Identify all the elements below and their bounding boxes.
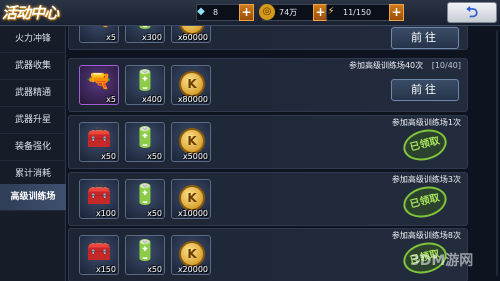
- sidebar-item-weapon-collect[interactable]: 武器收集: [0, 53, 66, 80]
- reward-qty: x5000: [182, 152, 208, 161]
- sidebar-item-advanced-training[interactable]: 高级训练场: [0, 184, 66, 211]
- reward-qty: x100: [95, 209, 116, 218]
- reward-item[interactable]: 🧰 x150: [79, 235, 119, 275]
- sidebar-item-weapon-star[interactable]: 武器升星: [0, 107, 66, 134]
- reward-item[interactable]: K x10000: [171, 179, 211, 219]
- sidebar-item-firepower[interactable]: 火力冲锋: [0, 26, 66, 53]
- task-description: 参加高级训练场3次: [391, 175, 461, 184]
- claimed-stamp: 已领取: [400, 182, 450, 222]
- reward-qty: x10000: [177, 209, 208, 218]
- claimed-stamp: 已领取: [400, 125, 450, 165]
- reward-qty: x80000: [177, 95, 208, 104]
- gold-coin-icon: K: [179, 71, 205, 97]
- go-button[interactable]: 前往: [391, 79, 459, 101]
- reward-qty: x5: [106, 33, 116, 42]
- reward-item[interactable]: K x5000: [171, 122, 211, 162]
- reward-qty: x50: [147, 152, 162, 161]
- reward-item[interactable]: K x60000: [171, 26, 211, 43]
- task-text: 参加高级训练场40次: [348, 61, 424, 70]
- gold-coin-icon: ◎: [259, 4, 275, 20]
- ammo-icon: 🔋: [132, 68, 158, 92]
- scrollbar[interactable]: [496, 30, 498, 276]
- diamond-counter: ◆ 8 +: [196, 4, 254, 21]
- ammo-icon: 🔋: [132, 182, 158, 206]
- task-description: 参加高级训练场1次: [391, 118, 461, 127]
- reward-qty: x60000: [177, 33, 208, 42]
- list-item: 🔫 x5 🔋 x300 K x60000 前往: [68, 26, 468, 50]
- watermark: 3DM游网: [410, 253, 474, 269]
- list-item: 🧰 x50 🔋 x50 K x5000 参加高级训练场1次 已领取: [68, 115, 468, 169]
- reward-qty: x5: [106, 95, 116, 104]
- task-description: 参加高级训练场8次: [391, 231, 461, 240]
- reward-qty: x50: [101, 152, 116, 161]
- add-diamond-button[interactable]: +: [239, 4, 254, 21]
- reward-item[interactable]: 🧰 x50: [79, 122, 119, 162]
- reward-item[interactable]: 🔋 x50: [125, 235, 165, 275]
- reward-item[interactable]: K x80000: [171, 65, 211, 105]
- ammo-icon: 🔋: [132, 125, 158, 149]
- gold-coin-icon: K: [179, 241, 205, 267]
- reward-item[interactable]: K x20000: [171, 235, 211, 275]
- gold-value: 74万: [279, 8, 298, 17]
- stamina-value: 11/150: [343, 8, 372, 17]
- reward-item[interactable]: 🔋 x300: [125, 26, 165, 43]
- sidebar-item-gear-enhance[interactable]: 装备强化: [0, 134, 66, 161]
- gold-coin-icon: K: [179, 128, 205, 154]
- list-item: 🧰 x150 🔋 x50 K x20000 参加高级训练场8次 已领取: [68, 228, 468, 281]
- reward-item[interactable]: 🔫 x5: [79, 65, 119, 105]
- reward-item[interactable]: 🔋 x50: [125, 179, 165, 219]
- task-description: 参加高级训练场40次 [10/40]: [349, 60, 461, 71]
- reward-qty: x150: [95, 265, 116, 274]
- diamond-value: 8: [213, 8, 219, 17]
- go-button[interactable]: 前往: [391, 27, 459, 49]
- task-progress: [10/40]: [431, 61, 461, 70]
- gold-counter: ◎ 74万 +: [259, 4, 328, 21]
- ammo-icon: 🔋: [132, 238, 158, 262]
- ammo-icon: 🔋: [126, 26, 164, 30]
- back-button[interactable]: ⮌: [447, 2, 497, 23]
- page-title: 活动中心: [2, 4, 59, 22]
- return-arrow-icon: ⮌: [465, 3, 478, 21]
- list-item: 🔫 x5 🔋 x400 K x80000 参加高级训练场40次 [10/40] …: [68, 58, 468, 112]
- reward-list[interactable]: 🔫 x5 🔋 x300 K x60000 前往 🔫 x5 🔋 x400 K x8…: [68, 26, 500, 281]
- ammo-box-icon: 🧰: [86, 238, 112, 262]
- add-stamina-button[interactable]: +: [389, 4, 404, 21]
- reward-item[interactable]: 🧰 x100: [79, 179, 119, 219]
- grenade-launcher-icon: 🔫: [80, 26, 118, 30]
- stamina-counter: ⚡ 11/150 +: [326, 4, 404, 21]
- list-item: 🧰 x100 🔋 x50 K x10000 参加高级训练场3次 已领取: [68, 172, 468, 226]
- diamond-icon: ◆: [197, 6, 205, 17]
- sidebar-item-weapon-mastery[interactable]: 武器精通: [0, 80, 66, 107]
- sidebar: 火力冲锋 武器收集 武器精通 武器升星 装备强化 累计消耗 高级训练场: [0, 26, 66, 281]
- ammo-box-icon: 🧰: [86, 182, 112, 206]
- reward-qty: x20000: [177, 265, 208, 274]
- grenade-launcher-icon: 🔫: [86, 68, 112, 92]
- ammo-box-icon: 🧰: [86, 125, 112, 149]
- reward-qty: x50: [147, 265, 162, 274]
- reward-item[interactable]: 🔋 x50: [125, 122, 165, 162]
- gold-coin-icon: K: [179, 185, 205, 211]
- reward-item[interactable]: 🔋 x400: [125, 65, 165, 105]
- bolt-icon: ⚡: [327, 6, 335, 17]
- reward-item[interactable]: 🔫 x5: [79, 26, 119, 43]
- reward-qty: x300: [141, 33, 162, 42]
- reward-qty: x50: [147, 209, 162, 218]
- reward-qty: x400: [141, 95, 162, 104]
- top-bar: 活动中心 ◆ 8 + ◎ 74万 + ⚡ 11/150 + ⮌: [0, 0, 500, 26]
